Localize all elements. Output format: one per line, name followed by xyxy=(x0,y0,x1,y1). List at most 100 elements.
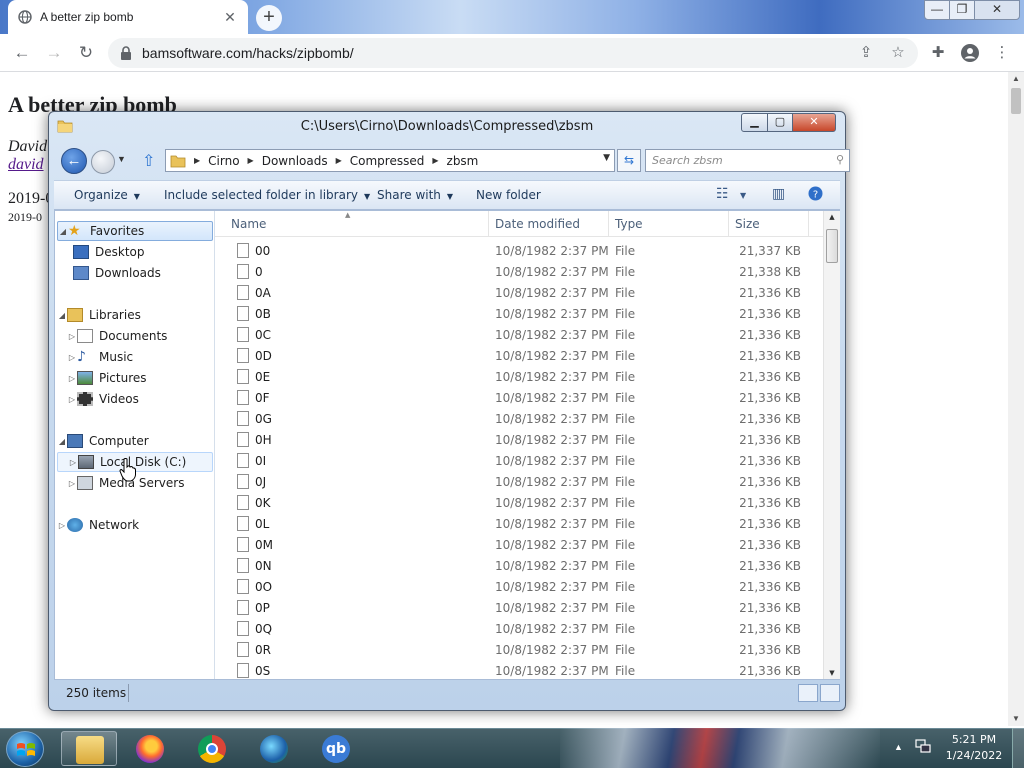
breadcrumb-cirno[interactable]: Cirno xyxy=(208,154,239,168)
browser-close-button[interactable]: ✕ xyxy=(974,0,1020,20)
nav-downloads[interactable]: Downloads xyxy=(55,263,213,283)
page-scroll-thumb[interactable] xyxy=(1011,88,1021,114)
file-list-scrollbar[interactable]: ▲ ▼ xyxy=(823,211,840,679)
include-in-library-button[interactable]: Include selected folder in library ▼ xyxy=(164,188,370,202)
browser-restore-button[interactable]: ❐ xyxy=(949,0,975,20)
expanded-triangle-icon[interactable]: ◢ xyxy=(58,227,68,236)
share-icon[interactable]: ⇪ xyxy=(854,38,878,68)
menu-kebab-icon[interactable]: ⋮ xyxy=(990,38,1014,68)
taskbar-chrome[interactable] xyxy=(184,731,240,766)
taskbar-firefox[interactable] xyxy=(122,731,178,766)
nav-documents[interactable]: ▷ Documents xyxy=(55,326,213,346)
chevron-right-icon[interactable]: ▶ xyxy=(336,156,342,165)
collapsed-triangle-icon[interactable]: ▷ xyxy=(67,374,77,383)
collapsed-triangle-icon[interactable]: ▷ xyxy=(67,353,77,362)
start-button[interactable] xyxy=(6,731,44,767)
collapsed-triangle-icon[interactable]: ▷ xyxy=(57,521,67,530)
scroll-up-icon[interactable]: ▲ xyxy=(824,213,840,221)
large-icons-view-icon[interactable] xyxy=(820,684,840,702)
forward-arrow-icon[interactable]: → xyxy=(42,41,66,65)
taskbar-qbittorrent[interactable]: qb xyxy=(308,731,364,766)
address-dropdown-icon[interactable]: ▼ xyxy=(603,153,610,163)
back-button[interactable]: ← xyxy=(61,148,87,174)
file-row[interactable]: 0H 10/8/1982 2:37 PM File 21,336 KB xyxy=(215,430,825,451)
nav-music[interactable]: ▷ ♪ Music xyxy=(55,347,213,367)
explorer-address-bar[interactable]: ▶ Cirno ▶ Downloads ▶ Compressed ▶ zbsm … xyxy=(165,149,615,172)
nav-network[interactable]: ▷ Network xyxy=(57,515,215,535)
help-icon[interactable]: ? xyxy=(808,186,823,205)
organize-button[interactable]: Organize ▼ xyxy=(74,188,140,202)
show-hidden-icons-arrow[interactable]: ▲ xyxy=(894,742,903,752)
back-arrow-icon[interactable]: ← xyxy=(10,41,34,65)
file-row[interactable]: 0P 10/8/1982 2:37 PM File 21,336 KB xyxy=(215,598,825,619)
breadcrumb-zbsm[interactable]: zbsm xyxy=(447,154,479,168)
nav-pictures[interactable]: ▷ Pictures xyxy=(55,368,213,388)
explorer-minimize-button[interactable]: ▁ xyxy=(741,113,768,132)
profile-avatar-icon[interactable] xyxy=(958,38,982,68)
file-row[interactable]: 0J 10/8/1982 2:37 PM File 21,336 KB xyxy=(215,472,825,493)
file-row[interactable]: 0 10/8/1982 2:37 PM File 21,338 KB xyxy=(215,262,825,283)
details-view-icon[interactable] xyxy=(798,684,818,702)
up-folder-icon[interactable]: ⇧ xyxy=(142,151,155,171)
page-scrollbar[interactable]: ▲ ▼ xyxy=(1008,72,1024,726)
nav-computer[interactable]: ◢ Computer xyxy=(57,431,215,451)
recent-pages-dropdown-icon[interactable]: ▼ xyxy=(117,154,126,164)
file-row[interactable]: 0B 10/8/1982 2:37 PM File 21,336 KB xyxy=(215,304,825,325)
file-row[interactable]: 0F 10/8/1982 2:37 PM File 21,336 KB xyxy=(215,388,825,409)
scroll-down-icon[interactable]: ▼ xyxy=(824,669,840,677)
reload-icon[interactable]: ↻ xyxy=(74,41,98,65)
nav-videos[interactable]: ▷ Videos xyxy=(55,389,213,409)
column-header-name[interactable]: Name ▲ xyxy=(225,211,489,237)
address-bar[interactable]: bamsoftware.com/hacks/zipbomb/ xyxy=(108,38,918,68)
file-row[interactable]: 0A 10/8/1982 2:37 PM File 21,336 KB xyxy=(215,283,825,304)
breadcrumb-compressed[interactable]: Compressed xyxy=(350,154,425,168)
chevron-right-icon[interactable]: ▶ xyxy=(248,156,254,165)
file-list-scroll-thumb[interactable] xyxy=(826,229,838,263)
chevron-right-icon[interactable]: ▶ xyxy=(432,156,438,165)
breadcrumb-downloads[interactable]: Downloads xyxy=(262,154,328,168)
collapsed-triangle-icon[interactable]: ▷ xyxy=(67,479,77,488)
file-row[interactable]: 0D 10/8/1982 2:37 PM File 21,336 KB xyxy=(215,346,825,367)
column-header-size[interactable]: Size xyxy=(729,211,809,237)
scroll-up-icon[interactable]: ▲ xyxy=(1008,72,1024,86)
new-tab-button[interactable]: + xyxy=(256,5,282,31)
file-row[interactable]: 0S 10/8/1982 2:37 PM File 21,336 KB xyxy=(215,661,825,682)
file-row[interactable]: 0I 10/8/1982 2:37 PM File 21,336 KB xyxy=(215,451,825,472)
taskbar-clock[interactable]: 5:21 PM 1/24/2022 xyxy=(940,732,1008,764)
column-header-date[interactable]: Date modified xyxy=(489,211,609,237)
new-folder-button[interactable]: New folder xyxy=(476,188,541,202)
network-tray-icon[interactable] xyxy=(914,738,932,754)
explorer-close-button[interactable]: ✕ xyxy=(792,113,836,132)
view-dropdown-icon[interactable]: ▼ xyxy=(740,191,746,200)
preview-pane-icon[interactable]: ▥ xyxy=(772,186,785,202)
file-row[interactable]: 0R 10/8/1982 2:37 PM File 21,336 KB xyxy=(215,640,825,661)
nav-desktop[interactable]: Desktop xyxy=(55,242,213,262)
collapsed-triangle-icon[interactable]: ▷ xyxy=(67,332,77,341)
file-row[interactable]: 0L 10/8/1982 2:37 PM File 21,336 KB xyxy=(215,514,825,535)
file-row[interactable]: 0N 10/8/1982 2:37 PM File 21,336 KB xyxy=(215,556,825,577)
scroll-down-icon[interactable]: ▼ xyxy=(1008,712,1024,726)
file-row[interactable]: 0K 10/8/1982 2:37 PM File 21,336 KB xyxy=(215,493,825,514)
nav-favorites[interactable]: ◢ ★ Favorites xyxy=(57,221,213,241)
forward-button[interactable] xyxy=(91,150,115,174)
collapsed-triangle-icon[interactable]: ▷ xyxy=(68,458,78,467)
collapsed-triangle-icon[interactable]: ▷ xyxy=(67,395,77,404)
taskbar-file-explorer[interactable] xyxy=(61,731,117,766)
change-view-icon[interactable]: ☷ xyxy=(716,186,729,202)
file-row[interactable]: 00 10/8/1982 2:37 PM File 21,337 KB xyxy=(215,241,825,262)
explorer-title-bar[interactable]: C:\Users\Cirno\Downloads\Compressed\zbsm… xyxy=(49,112,845,142)
author-email-link[interactable]: david xyxy=(8,156,44,174)
file-row[interactable]: 0G 10/8/1982 2:37 PM File 21,336 KB xyxy=(215,409,825,430)
bookmark-star-icon[interactable]: ☆ xyxy=(886,38,910,68)
expanded-triangle-icon[interactable]: ◢ xyxy=(57,311,67,320)
file-row[interactable]: 0O 10/8/1982 2:37 PM File 21,336 KB xyxy=(215,577,825,598)
nav-libraries[interactable]: ◢ Libraries xyxy=(57,305,215,325)
close-tab-icon[interactable]: ✕ xyxy=(222,9,238,25)
extensions-puzzle-icon[interactable]: ✚ xyxy=(926,38,950,68)
refresh-icon[interactable]: ⇆ xyxy=(617,149,641,172)
file-row[interactable]: 0C 10/8/1982 2:37 PM File 21,336 KB xyxy=(215,325,825,346)
expanded-triangle-icon[interactable]: ◢ xyxy=(57,437,67,446)
share-with-button[interactable]: Share with ▼ xyxy=(377,188,453,202)
explorer-maximize-button[interactable]: ▢ xyxy=(767,113,793,132)
browser-tab[interactable]: A better zip bomb ✕ xyxy=(8,0,248,34)
